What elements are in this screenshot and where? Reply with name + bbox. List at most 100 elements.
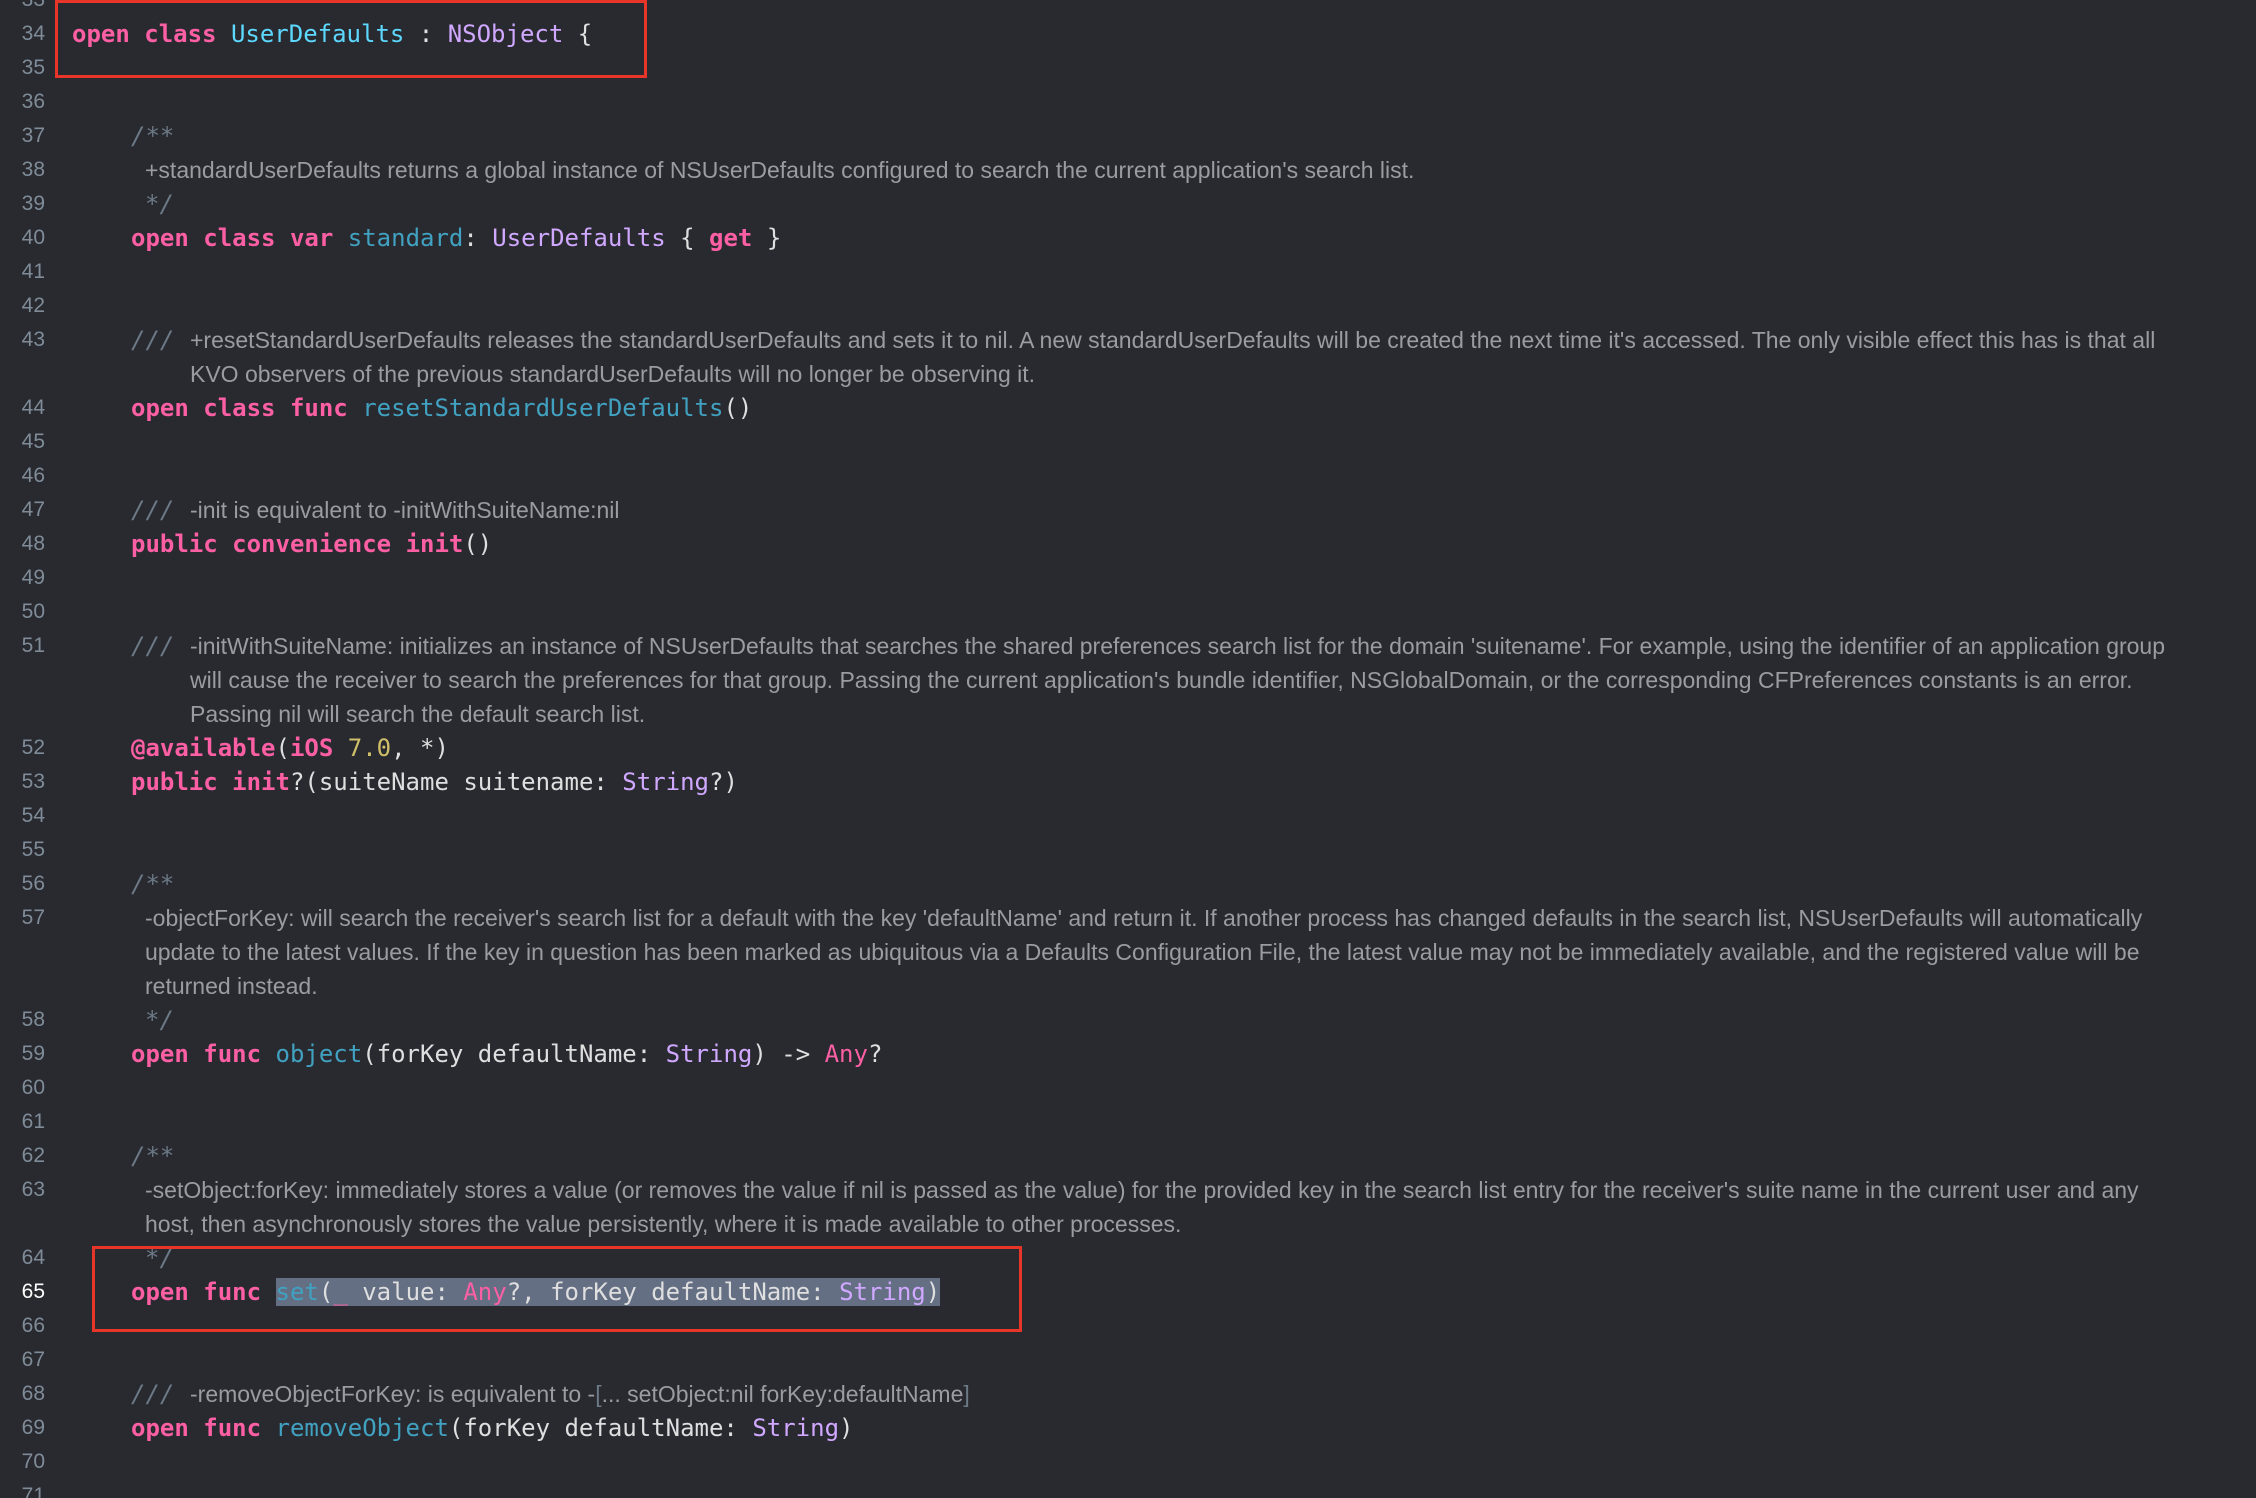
line-number: 66: [21, 1314, 45, 1337]
code-line: 62 /**: [0, 1139, 2256, 1173]
code-line: 36: [0, 85, 2256, 119]
line-number: 39: [21, 192, 45, 215]
doc-comment-text: +resetStandardUserDefaults releases the …: [190, 327, 2156, 353]
doc-comment-marker: ///: [131, 496, 175, 524]
code-line: 45: [0, 425, 2256, 459]
code-text[interactable]: open class var standard: UserDefaults { …: [131, 221, 781, 255]
doc-comment-marker: /**: [131, 122, 175, 150]
line-number: 45: [21, 430, 45, 453]
doc-comment-marker: */: [145, 1006, 174, 1034]
line-number: 43: [21, 328, 45, 351]
code-text[interactable]: open func removeObject(forKey defaultNam…: [131, 1411, 853, 1445]
code-line: 42: [0, 289, 2256, 323]
code-text[interactable]: open func object(forKey defaultName: Str…: [131, 1037, 882, 1071]
line-number: 65: [21, 1280, 45, 1303]
doc-comment-text: returned instead.: [145, 973, 318, 999]
line-number: 63: [21, 1178, 45, 1201]
line-number: 71: [21, 1484, 45, 1498]
code-line: 41: [0, 255, 2256, 289]
code-line: 68 /// -removeObjectForKey: is equivalen…: [0, 1377, 2256, 1411]
doc-comment-marker: /**: [131, 870, 175, 898]
line-number: 42: [21, 294, 45, 317]
line-number: 57: [21, 906, 45, 929]
line-number: 34: [21, 22, 45, 45]
line-number: 53: [21, 770, 45, 793]
code-line: 67: [0, 1343, 2256, 1377]
code-line: 60: [0, 1071, 2256, 1105]
line-number: 67: [21, 1348, 45, 1371]
code-line: 48 public convenience init(): [0, 527, 2256, 561]
code-text[interactable]: @available(iOS 7.0, *): [131, 731, 449, 765]
highlight-box-set-method: [92, 1246, 1022, 1332]
doc-comment-text: -objectForKey: will search the receiver'…: [145, 905, 2143, 931]
line-number: 49: [21, 566, 45, 589]
highlight-box-class-declaration: [55, 0, 647, 78]
code-editor[interactable]: 33 34 open class UserDefaults : NSObject…: [0, 0, 2256, 1498]
code-text[interactable]: public convenience init(): [131, 527, 492, 561]
code-line: 54: [0, 799, 2256, 833]
line-number: 35: [21, 56, 45, 79]
code-text[interactable]: open class func resetStandardUserDefault…: [131, 391, 752, 425]
code-line: 56 /**: [0, 867, 2256, 901]
doc-comment-text: -initWithSuiteName: initializes an insta…: [190, 633, 2166, 659]
code-line: 37 /**: [0, 119, 2256, 153]
code-line: 40 open class var standard: UserDefaults…: [0, 221, 2256, 255]
code-line: 63 -setObject:forKey: immediately stores…: [0, 1173, 2256, 1207]
code-line-wrap: will cause the receiver to search the pr…: [0, 663, 2256, 697]
line-number: 44: [21, 396, 45, 419]
line-number: 38: [21, 158, 45, 181]
code-line: 44 open class func resetStandardUserDefa…: [0, 391, 2256, 425]
line-number: 70: [21, 1450, 45, 1473]
code-line-wrap: update to the latest values. If the key …: [0, 935, 2256, 969]
code-line: 55: [0, 833, 2256, 867]
doc-comment-marker: ///: [131, 1380, 175, 1408]
line-number: 46: [21, 464, 45, 487]
line-number: 47: [21, 498, 45, 521]
line-number: 58: [21, 1008, 45, 1031]
line-number: 41: [21, 260, 45, 283]
line-number: 36: [21, 90, 45, 113]
line-number: 62: [21, 1144, 45, 1167]
code-line: 71: [0, 1479, 2256, 1498]
doc-comment-marker: /**: [131, 1142, 175, 1170]
doc-comment-text: update to the latest values. If the key …: [145, 939, 2140, 965]
doc-comment-marker: ///: [131, 326, 175, 354]
line-number: 33: [0, 0, 45, 17]
doc-comment-text: host, then asynchronously stores the val…: [145, 1211, 1182, 1237]
code-line: 70: [0, 1445, 2256, 1479]
line-number: 61: [21, 1110, 45, 1133]
code-line: 51 /// -initWithSuiteName: initializes a…: [0, 629, 2256, 663]
line-number: 54: [21, 804, 45, 827]
line-number: 69: [21, 1416, 45, 1439]
code-text[interactable]: public init?(suiteName suitename: String…: [131, 765, 738, 799]
code-line: 52 @available(iOS 7.0, *): [0, 731, 2256, 765]
code-line: 50: [0, 595, 2256, 629]
line-number: 51: [21, 634, 45, 657]
doc-comment-text: KVO observers of the previous standardUs…: [190, 361, 1036, 387]
doc-comment-marker: */: [145, 190, 174, 218]
code-line: 39 */: [0, 187, 2256, 221]
code-line: 49: [0, 561, 2256, 595]
code-line-wrap: KVO observers of the previous standardUs…: [0, 357, 2256, 391]
line-number: 60: [21, 1076, 45, 1099]
line-number: 48: [21, 532, 45, 555]
line-number: 52: [21, 736, 45, 759]
doc-comment-text: -init is equivalent to -initWithSuiteNam…: [190, 497, 620, 523]
doc-comment-text: -setObject:forKey: immediately stores a …: [145, 1177, 2139, 1203]
code-line: 59 open func object(forKey defaultName: …: [0, 1037, 2256, 1071]
doc-comment-text: -removeObjectForKey: is equivalent to -[…: [190, 1381, 970, 1407]
code-line: 57 -objectForKey: will search the receiv…: [0, 901, 2256, 935]
code-line-wrap: host, then asynchronously stores the val…: [0, 1207, 2256, 1241]
code-line: 53 public init?(suiteName suitename: Str…: [0, 765, 2256, 799]
line-number: 50: [21, 600, 45, 623]
doc-comment-text: Passing nil will search the default sear…: [190, 701, 646, 727]
line-number: 59: [21, 1042, 45, 1065]
code-line-wrap: returned instead.: [0, 969, 2256, 1003]
line-number: 37: [21, 124, 45, 147]
code-line-wrap: Passing nil will search the default sear…: [0, 697, 2256, 731]
code-line: 69 open func removeObject(forKey default…: [0, 1411, 2256, 1445]
line-number: 40: [21, 226, 45, 249]
code-line: 58 */: [0, 1003, 2256, 1037]
line-number: 64: [21, 1246, 45, 1269]
code-line: 38 +standardUserDefaults returns a globa…: [0, 153, 2256, 187]
